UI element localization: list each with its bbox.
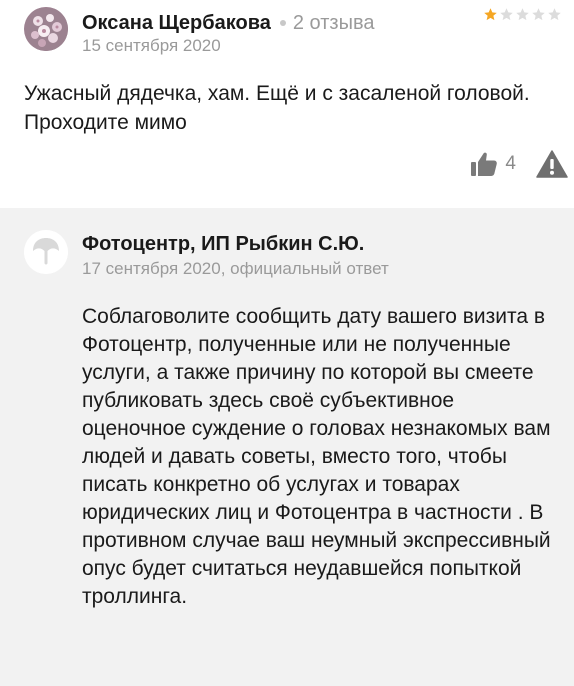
official-answer: Фотоцентр, ИП Рыбкин С.Ю. 17 сентября 20…	[0, 208, 574, 686]
like-count: 4	[505, 153, 516, 174]
warning-icon	[536, 150, 568, 178]
star-empty-icon	[500, 8, 513, 21]
author-name[interactable]: Оксана Щербакова	[82, 12, 271, 35]
review-card: Оксана Щербакова 2 отзыва 15 сентября 20…	[0, 0, 574, 208]
thumbs-up-icon	[471, 152, 498, 176]
answer-meta: 17 сентября 2020, официальный ответ	[82, 259, 389, 278]
review-actions: 4	[469, 148, 568, 180]
complain-button[interactable]	[536, 149, 568, 179]
org-avatar[interactable]	[24, 230, 68, 274]
star-filled-icon	[484, 8, 497, 21]
org-name[interactable]: Фотоцентр, ИП Рыбкин С.Ю.	[82, 233, 364, 256]
review-date: 15 сентября 2020	[82, 36, 221, 55]
org-logo-icon	[24, 230, 68, 274]
flower-photo-icon	[24, 7, 68, 51]
star-empty-icon	[532, 8, 545, 21]
star-empty-icon	[548, 8, 561, 21]
like-button[interactable]: 4	[469, 149, 536, 179]
separator-dot	[279, 20, 286, 26]
review-text: Ужасный дядечка, хам. Ещё и с засаленой …	[24, 82, 530, 134]
star-empty-icon	[516, 8, 529, 21]
rating-stars	[483, 7, 562, 22]
author-review-count[interactable]: 2 отзыва	[293, 12, 375, 35]
answer-text: Соблаговолите сообщить дату вашего визит…	[82, 305, 551, 608]
author-line: Оксана Щербакова 2 отзыва	[82, 8, 374, 38]
author-avatar[interactable]	[24, 7, 68, 51]
